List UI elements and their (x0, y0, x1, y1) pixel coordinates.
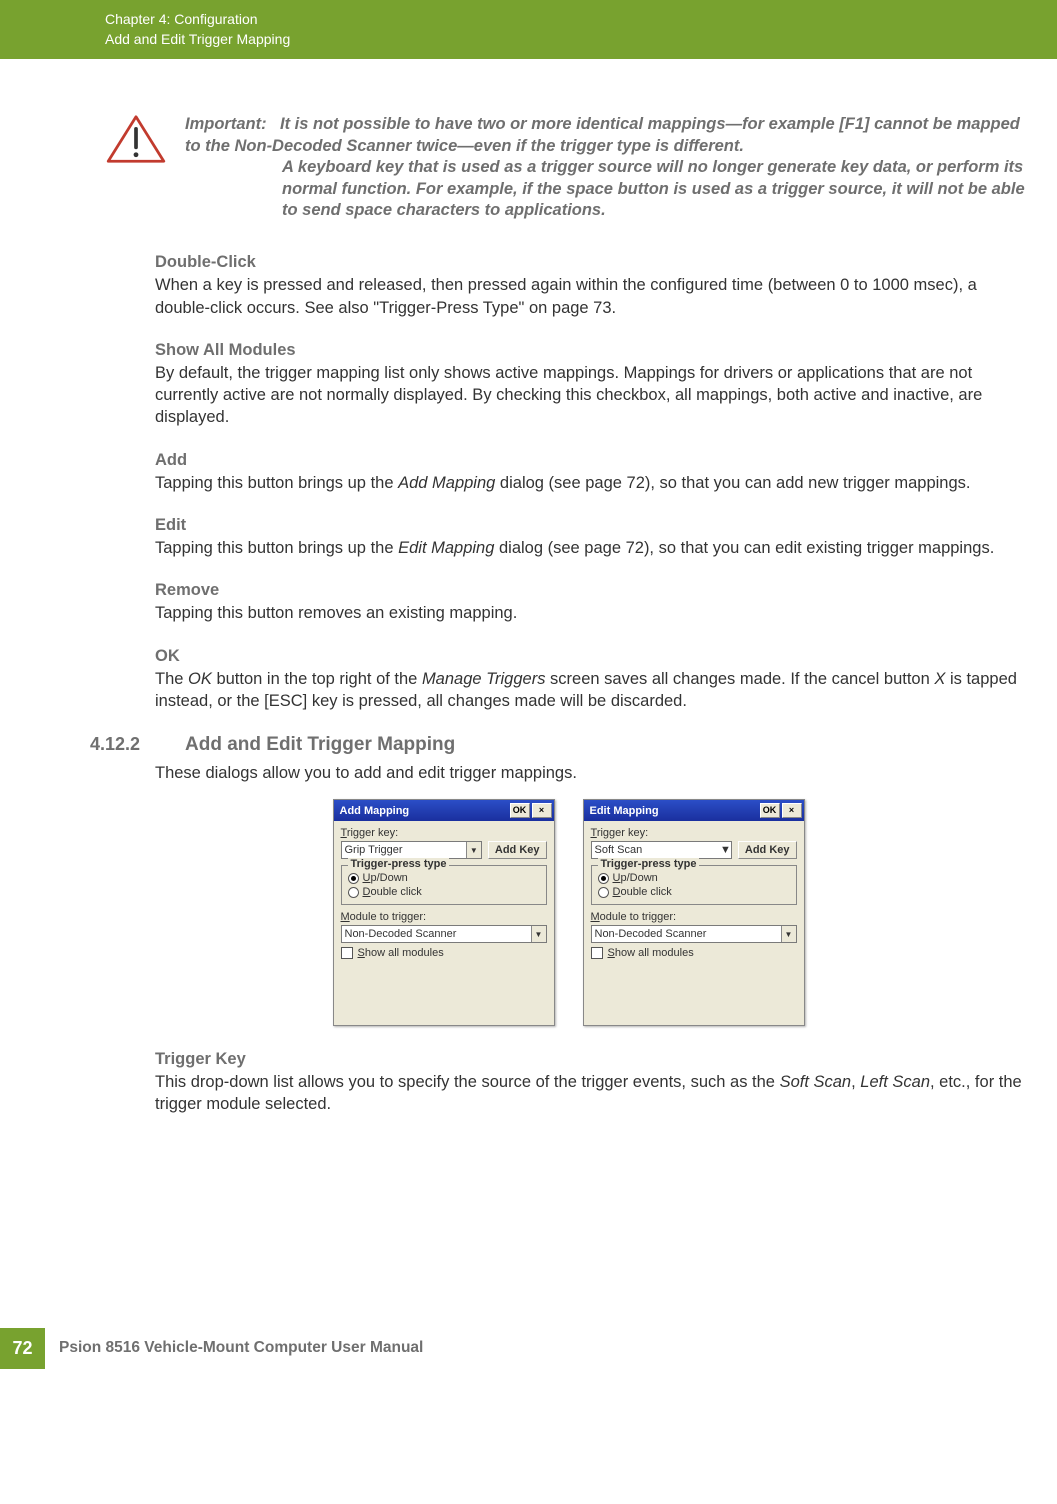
subsection-edit: Edit Tapping this button brings up the E… (155, 516, 1032, 559)
heading-ok: OK (155, 647, 1032, 666)
body-double-click: When a key is pressed and released, then… (155, 274, 1032, 319)
ok-button[interactable]: OK (760, 803, 780, 818)
important-label: Important: (185, 114, 280, 135)
important-body-2: A keyboard key that is used as a trigger… (282, 157, 1032, 221)
heading-add: Add (155, 451, 1032, 470)
subsection-show-all: Show All Modules By default, the trigger… (155, 341, 1032, 429)
important-body-1: It is not possible to have two or more i… (185, 115, 1020, 154)
trigger-key-value: Grip Trigger (345, 844, 403, 856)
trigger-key-dropdown[interactable]: Grip Trigger ▼ (341, 841, 482, 859)
chevron-down-icon: ▼ (720, 844, 731, 856)
trigger-key-label: Trigger key: (591, 827, 797, 839)
body-add: Tapping this button brings up the Add Ma… (155, 472, 1032, 494)
important-text: Important:It is not possible to have two… (185, 114, 1032, 221)
module-value: Non-Decoded Scanner (345, 928, 457, 940)
add-mapping-dialog: Add Mapping OK × Trigger key: Grip Trigg… (333, 799, 555, 1026)
add-dialog-titlebar[interactable]: Add Mapping OK × (334, 800, 554, 821)
heading-double-click: Double-Click (155, 253, 1032, 272)
radio-up-down[interactable]: Up/Down (598, 872, 790, 884)
heading-remove: Remove (155, 581, 1032, 600)
radio-icon (348, 887, 359, 898)
section-intro: These dialogs allow you to add and edit … (155, 764, 1032, 783)
trigger-press-type-group: Trigger-press type Up/Down Double click (591, 865, 797, 905)
checkbox-icon (591, 947, 603, 959)
subsection-remove: Remove Tapping this button removes an ex… (155, 581, 1032, 624)
fieldset-legend: Trigger-press type (348, 858, 450, 870)
trigger-key-label: Trigger key: (341, 827, 547, 839)
radio-icon (598, 873, 609, 884)
chapter-header: Chapter 4: Configuration Add and Edit Tr… (0, 0, 1057, 59)
body-trigger-key: This drop-down list allows you to specif… (155, 1071, 1032, 1116)
edit-dialog-titlebar[interactable]: Edit Mapping OK × (584, 800, 804, 821)
show-all-modules-checkbox[interactable]: Show all modules (591, 947, 797, 959)
add-dialog-title: Add Mapping (340, 805, 410, 817)
manual-title: Psion 8516 Vehicle-Mount Computer User M… (45, 1328, 423, 1369)
subsection-trigger-key: Trigger Key This drop-down list allows y… (155, 1050, 1032, 1116)
show-all-modules-checkbox[interactable]: Show all modules (341, 947, 547, 959)
heading-edit: Edit (155, 516, 1032, 535)
fieldset-legend: Trigger-press type (598, 858, 700, 870)
module-label: Module to trigger: (341, 911, 547, 923)
body-edit: Tapping this button brings up the Edit M… (155, 537, 1032, 559)
radio-icon (598, 887, 609, 898)
radio-icon (348, 873, 359, 884)
body-ok: The OK button in the top right of the Ma… (155, 668, 1032, 713)
trigger-key-value: Soft Scan (595, 844, 643, 856)
page-number: 72 (0, 1328, 45, 1369)
radio-double-click[interactable]: Double click (598, 886, 790, 898)
ok-button[interactable]: OK (510, 803, 530, 818)
body-show-all: By default, the trigger mapping list onl… (155, 362, 1032, 429)
heading-trigger-key: Trigger Key (155, 1050, 1032, 1069)
add-key-button[interactable]: Add Key (488, 841, 547, 859)
subsection-double-click: Double-Click When a key is pressed and r… (155, 253, 1032, 319)
add-key-button[interactable]: Add Key (738, 841, 797, 859)
section-4-12-2-heading: 4.12.2 Add and Edit Trigger Mapping (105, 734, 1032, 756)
warning-icon (105, 114, 167, 169)
chevron-down-icon: ▼ (781, 926, 796, 942)
chapter-label: Chapter 4: Configuration (105, 10, 1057, 30)
module-dropdown[interactable]: Non-Decoded Scanner ▼ (591, 925, 797, 943)
subsection-ok: OK The OK button in the top right of the… (155, 647, 1032, 713)
close-button[interactable]: × (782, 803, 802, 818)
radio-double-click[interactable]: Double click (348, 886, 540, 898)
chevron-down-icon: ▼ (531, 926, 546, 942)
subsection-add: Add Tapping this button brings up the Ad… (155, 451, 1032, 494)
chevron-down-icon: ▼ (466, 842, 481, 858)
section-number: 4.12.2 (90, 734, 155, 755)
checkbox-icon (341, 947, 353, 959)
section-label: Add and Edit Trigger Mapping (105, 30, 1057, 50)
dialog-pair: Add Mapping OK × Trigger key: Grip Trigg… (105, 799, 1032, 1026)
trigger-press-type-group: Trigger-press type Up/Down Double click (341, 865, 547, 905)
page-content: Important:It is not possible to have two… (0, 59, 1057, 1167)
section-title: Add and Edit Trigger Mapping (185, 734, 455, 756)
close-button[interactable]: × (532, 803, 552, 818)
module-dropdown[interactable]: Non-Decoded Scanner ▼ (341, 925, 547, 943)
edit-dialog-title: Edit Mapping (590, 805, 659, 817)
edit-mapping-dialog: Edit Mapping OK × Trigger key: Soft Scan… (583, 799, 805, 1026)
trigger-key-dropdown[interactable]: Soft Scan ▼ (591, 841, 732, 859)
page-footer: 72 Psion 8516 Vehicle-Mount Computer Use… (0, 1328, 1057, 1369)
heading-show-all: Show All Modules (155, 341, 1032, 360)
body-remove: Tapping this button removes an existing … (155, 602, 1032, 624)
radio-up-down[interactable]: Up/Down (348, 872, 540, 884)
module-label: Module to trigger: (591, 911, 797, 923)
important-callout: Important:It is not possible to have two… (105, 114, 1032, 221)
module-value: Non-Decoded Scanner (595, 928, 707, 940)
